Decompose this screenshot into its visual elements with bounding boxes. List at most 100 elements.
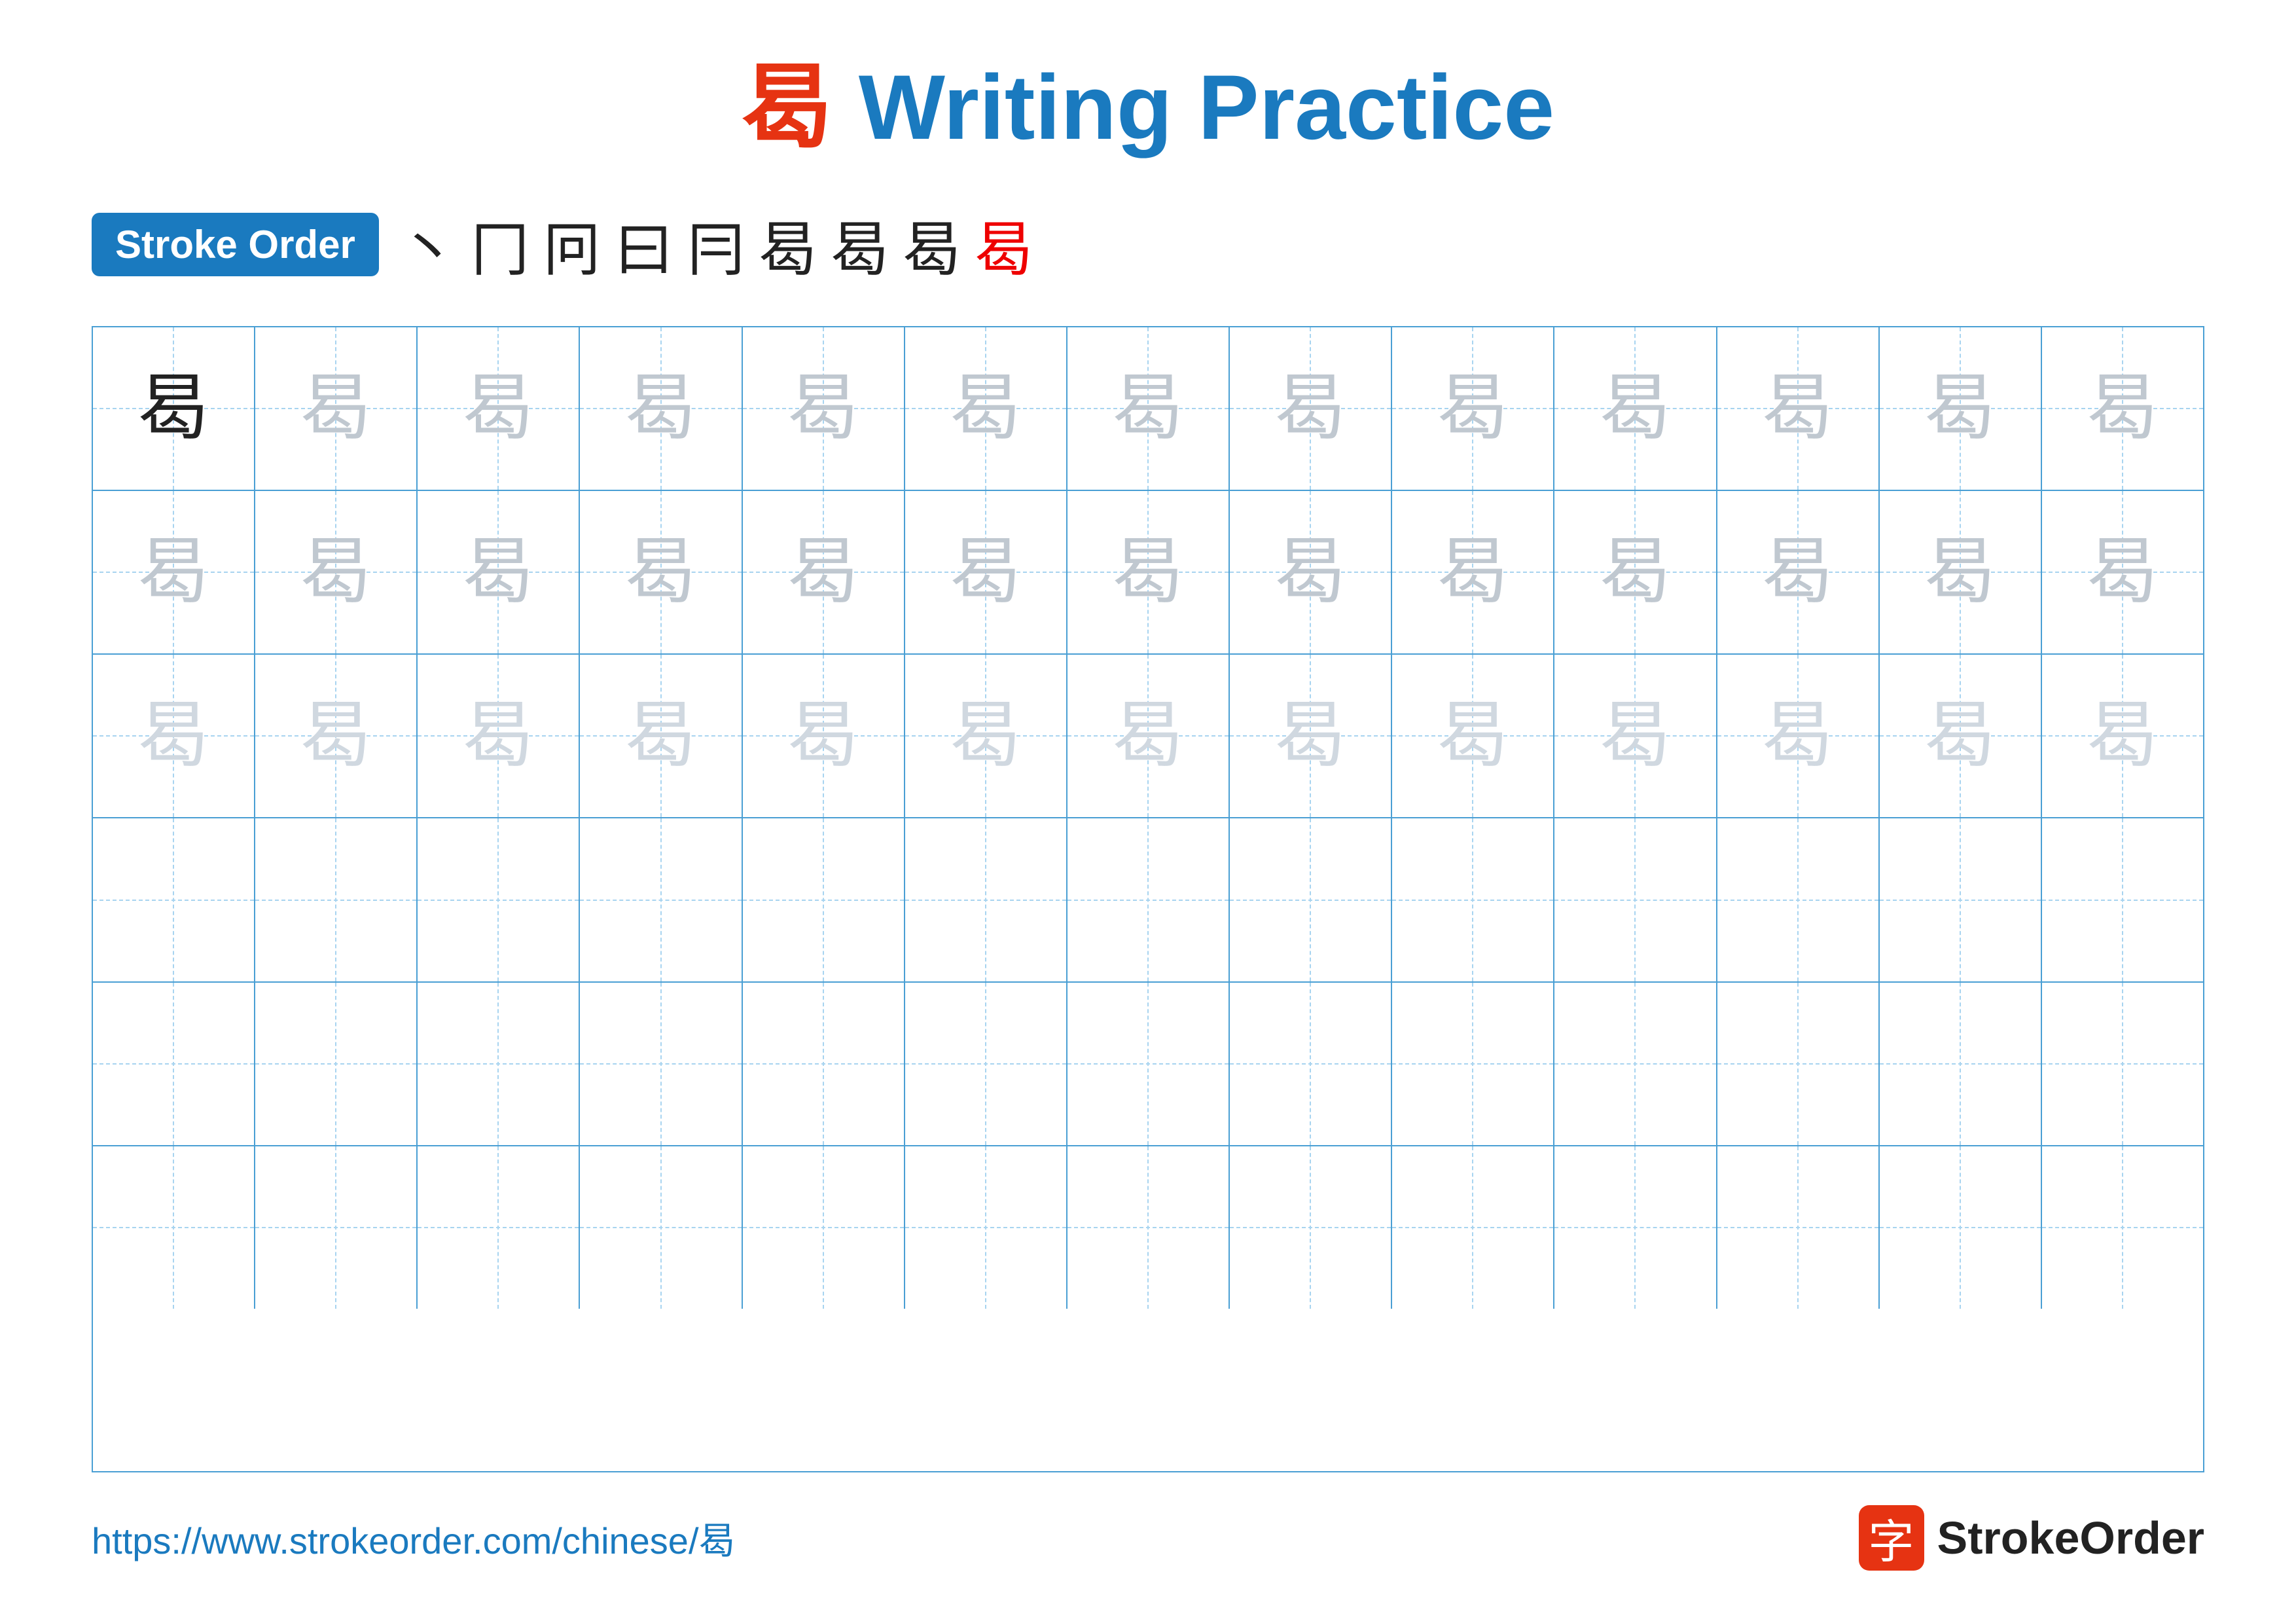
cell-1-8: 曷 [1230,327,1392,490]
cell-1-3: 曷 [418,327,580,490]
cell-2-9: 曷 [1392,491,1554,653]
cell-3-13: 曷 [2042,655,2203,817]
char-display: 曷 [137,373,209,445]
cell-6-13[interactable] [2042,1146,2203,1309]
cell-4-2[interactable] [255,818,418,981]
cell-6-5[interactable] [743,1146,905,1309]
cell-6-11[interactable] [1717,1146,1880,1309]
char-display: 曷 [1437,373,1509,445]
cell-3-1: 曷 [93,655,255,817]
grid-row-4 [93,818,2203,982]
cell-3-5: 曷 [743,655,905,817]
cell-5-7[interactable] [1067,983,1230,1145]
footer-url[interactable]: https://www.strokeorder.com/chinese/曷 [92,1512,736,1565]
cell-5-2[interactable] [255,983,418,1145]
cell-4-12[interactable] [1880,818,2042,981]
cell-1-2: 曷 [255,327,418,490]
stroke-6: 曷 [759,202,817,287]
char-display: 曷 [1599,373,1671,445]
cell-6-4[interactable] [580,1146,742,1309]
cell-6-3[interactable] [418,1146,580,1309]
cell-4-5[interactable] [743,818,905,981]
cell-6-10[interactable] [1554,1146,1717,1309]
cell-4-8[interactable] [1230,818,1392,981]
char-display: 曷 [2087,700,2159,772]
cell-4-4[interactable] [580,818,742,981]
cell-2-11: 曷 [1717,491,1880,653]
char-display: 曷 [1437,700,1509,772]
char-display: 曷 [787,536,859,608]
char-display: 曷 [1112,536,1184,608]
cell-5-1[interactable] [93,983,255,1145]
page-title: 曷 Writing Practice [742,52,1554,162]
cell-4-10[interactable] [1554,818,1717,981]
title-label: Writing Practice [833,56,1554,158]
cell-5-8[interactable] [1230,983,1392,1145]
cell-4-13[interactable] [2042,818,2203,981]
cell-4-6[interactable] [905,818,1067,981]
cell-6-6[interactable] [905,1146,1067,1309]
cell-3-9: 曷 [1392,655,1554,817]
cell-2-1: 曷 [93,491,255,653]
char-display: 曷 [1112,700,1184,772]
char-display: 曷 [1762,536,1834,608]
char-display: 曷 [1762,700,1834,772]
footer: https://www.strokeorder.com/chinese/曷 字 … [92,1505,2204,1571]
stroke-8: 曷 [903,202,961,287]
char-display: 曷 [950,700,1022,772]
page: 曷 Writing Practice Stroke Order 丶 冂 冋 曰 … [0,0,2296,1623]
char-display: 曷 [462,700,534,772]
cell-6-7[interactable] [1067,1146,1230,1309]
char-display: 曷 [1112,373,1184,445]
char-display: 曷 [300,373,372,445]
cell-2-5: 曷 [743,491,905,653]
char-display: 曷 [1924,536,1996,608]
cell-4-9[interactable] [1392,818,1554,981]
stroke-3: 冋 [543,202,601,287]
cell-6-2[interactable] [255,1146,418,1309]
cell-2-4: 曷 [580,491,742,653]
stroke-sequence: 丶 冂 冋 曰 冃 曷 曷 曷 曷 [399,202,1033,287]
cell-5-13[interactable] [2042,983,2203,1145]
cell-1-11: 曷 [1717,327,1880,490]
char-display: 曷 [625,700,697,772]
cell-4-7[interactable] [1067,818,1230,981]
cell-5-5[interactable] [743,983,905,1145]
cell-2-8: 曷 [1230,491,1392,653]
cell-1-5: 曷 [743,327,905,490]
cell-5-6[interactable] [905,983,1067,1145]
cell-5-11[interactable] [1717,983,1880,1145]
grid-row-3: 曷 曷 曷 曷 曷 曷 曷 曷 曷 曷 曷 曷 曷 [93,655,2203,818]
char-display: 曷 [462,373,534,445]
cell-5-10[interactable] [1554,983,1717,1145]
stroke-2: 冂 [471,202,529,287]
practice-grid: 曷 曷 曷 曷 曷 曷 曷 曷 曷 曷 曷 曷 曷 曷 曷 曷 曷 曷 曷 曷 … [92,326,2204,1472]
char-display: 曷 [137,536,209,608]
char-display: 曷 [1599,700,1671,772]
grid-row-6 [93,1146,2203,1309]
char-display: 曷 [1274,700,1346,772]
grid-row-2: 曷 曷 曷 曷 曷 曷 曷 曷 曷 曷 曷 曷 曷 [93,491,2203,655]
cell-3-12: 曷 [1880,655,2042,817]
cell-6-8[interactable] [1230,1146,1392,1309]
cell-4-3[interactable] [418,818,580,981]
stroke-9: 曷 [975,202,1033,287]
footer-logo: 字 StrokeOrder [1859,1505,2204,1571]
char-display: 曷 [300,536,372,608]
cell-6-9[interactable] [1392,1146,1554,1309]
cell-5-4[interactable] [580,983,742,1145]
cell-6-1[interactable] [93,1146,255,1309]
title-char: 曷 [742,56,833,158]
cell-3-7: 曷 [1067,655,1230,817]
cell-5-3[interactable] [418,983,580,1145]
cell-6-12[interactable] [1880,1146,2042,1309]
cell-4-1[interactable] [93,818,255,981]
cell-1-4: 曷 [580,327,742,490]
char-display: 曷 [462,536,534,608]
cell-1-9: 曷 [1392,327,1554,490]
cell-5-12[interactable] [1880,983,2042,1145]
char-display: 曷 [300,700,372,772]
cell-3-2: 曷 [255,655,418,817]
cell-4-11[interactable] [1717,818,1880,981]
cell-5-9[interactable] [1392,983,1554,1145]
